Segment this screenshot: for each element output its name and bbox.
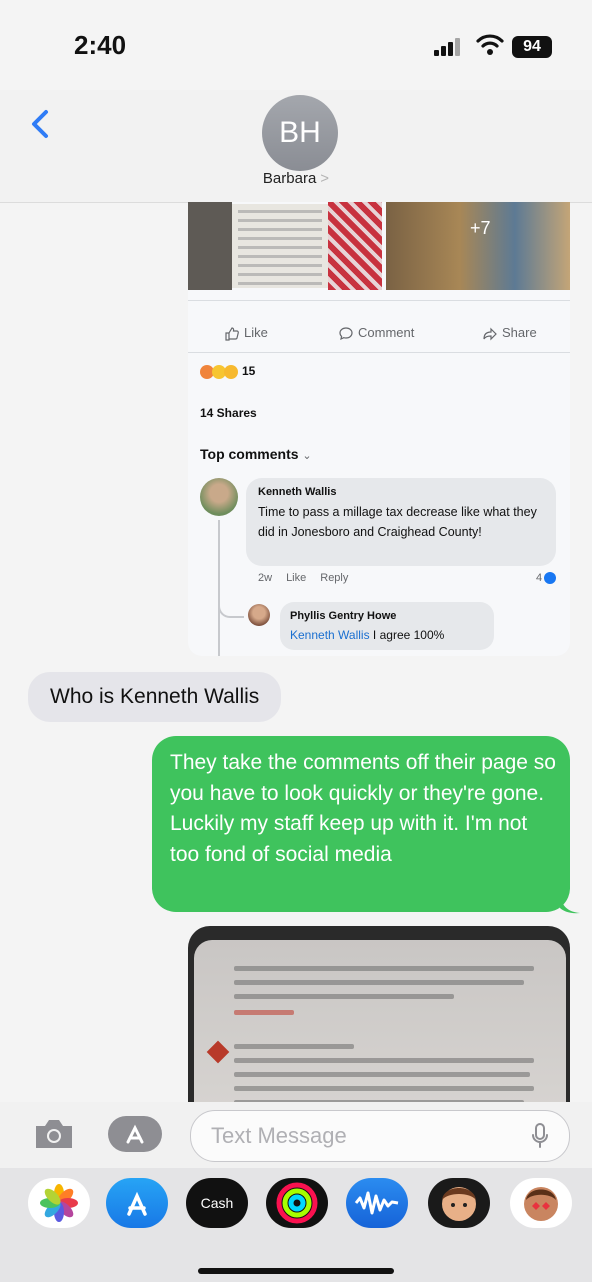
reply-text: Kenneth Wallis I agree 100%	[290, 628, 444, 642]
divider	[188, 300, 570, 301]
like-reaction-icon	[544, 572, 557, 585]
top-comments-filter: Top comments ⌄	[200, 446, 312, 462]
battery-indicator: 94	[512, 36, 552, 58]
contact-name: Barbara	[262, 170, 317, 187]
screenshot-content	[194, 940, 566, 1126]
camera-icon[interactable]	[32, 1116, 76, 1152]
reply-mention: Kenneth Wallis	[290, 628, 370, 642]
apple-cash-app-icon[interactable]: Cash	[186, 1178, 248, 1228]
outgoing-message[interactable]: They take the comments off their page so…	[152, 736, 570, 912]
activity-app-icon[interactable]	[266, 1178, 328, 1228]
like-label: Like	[244, 325, 268, 340]
like-action: Like	[224, 320, 268, 346]
comment-reaction-number: 4	[536, 572, 543, 584]
reaction-count: 15	[242, 364, 256, 378]
wow-reaction-icon	[224, 364, 238, 379]
thread-line	[218, 520, 220, 656]
chevron-right-icon: >	[320, 170, 330, 187]
messages-screen: 2:40 94 BH Barbara > +7 Like Comment Sha…	[0, 0, 592, 1282]
app-store-icon	[126, 1124, 144, 1144]
commenter-avatar	[200, 478, 238, 516]
shares-count: 14 Shares	[200, 406, 257, 420]
post-photo	[386, 202, 570, 290]
comment-author: Kenneth Wallis	[258, 486, 337, 498]
comment-icon	[339, 326, 353, 340]
thread-branch	[218, 594, 244, 618]
app-drawer: Cash	[0, 1168, 592, 1282]
post-actions: Like Comment Share	[188, 320, 570, 346]
app-store-app-icon[interactable]	[106, 1178, 168, 1228]
share-action: Share	[482, 320, 537, 346]
compose-bar: Text Message	[0, 1102, 592, 1168]
more-photos-count: +7	[470, 218, 491, 238]
cellular-signal-icon	[434, 38, 464, 56]
reply-author: Phyllis Gentry Howe	[290, 610, 397, 622]
memoji-app-icon[interactable]	[428, 1178, 490, 1228]
message-input-placeholder: Text Message	[211, 1123, 347, 1148]
home-indicator[interactable]	[198, 1268, 394, 1274]
post-photo	[188, 202, 232, 290]
share-label: Share	[502, 325, 537, 340]
comment-action: Comment	[338, 320, 414, 346]
bubble-tail	[560, 896, 580, 914]
reply-bubble: Phyllis Gentry Howe Kenneth Wallis I agr…	[280, 602, 494, 650]
incoming-message[interactable]: Who is Kenneth Wallis	[28, 672, 282, 722]
thumbs-up-icon	[225, 326, 239, 341]
back-chevron-icon[interactable]	[26, 104, 56, 144]
divider	[188, 352, 570, 353]
memoji-stickers-app-icon[interactable]	[510, 1178, 572, 1228]
status-bar: 2:40 94	[0, 0, 592, 90]
photos-app-icon[interactable]	[28, 1178, 90, 1228]
contact-avatar[interactable]: BH	[262, 95, 338, 171]
app-store-button[interactable]	[108, 1116, 162, 1152]
outgoing-message-text: They take the comments off their page so…	[170, 751, 556, 866]
comment-reaction-count: 4	[536, 572, 557, 585]
contact-name-row[interactable]: Barbara >	[0, 170, 592, 187]
screenshot-image-message[interactable]	[188, 926, 570, 1126]
comment-label: Comment	[358, 325, 415, 340]
comment-bubble: Kenneth Wallis Time to pass a millage ta…	[246, 478, 556, 566]
reply-avatar	[248, 604, 270, 626]
audio-message-app-icon[interactable]	[346, 1178, 408, 1228]
post-photos: +7	[188, 202, 570, 290]
post-photo	[328, 202, 382, 290]
top-comments-label: Top comments	[200, 446, 299, 462]
post-reactions: 15	[200, 364, 255, 379]
commenter-icon	[206, 1040, 230, 1064]
comment-like: Like	[286, 572, 307, 584]
comment-text: Time to pass a millage tax decrease like…	[258, 505, 537, 539]
facebook-screenshot-image[interactable]: +7 Like Comment Share 15 14 Shares Top c…	[188, 202, 570, 656]
wifi-icon	[476, 34, 504, 55]
apple-cash-label: Cash	[200, 1195, 234, 1211]
share-arrow-icon	[483, 327, 497, 341]
conversation-header: BH Barbara >	[0, 90, 592, 203]
comment-age: 2w	[258, 572, 273, 584]
message-input[interactable]: Text Message	[190, 1110, 570, 1162]
post-photo-book-page	[232, 204, 328, 288]
status-time: 2:40	[74, 30, 127, 60]
microphone-icon[interactable]	[531, 1123, 549, 1149]
chevron-down-icon: ⌄	[302, 450, 312, 462]
comment-reply: Reply	[320, 572, 349, 584]
reply-body: I agree 100%	[369, 628, 445, 642]
comment-meta: 2w Like Reply	[258, 572, 362, 584]
